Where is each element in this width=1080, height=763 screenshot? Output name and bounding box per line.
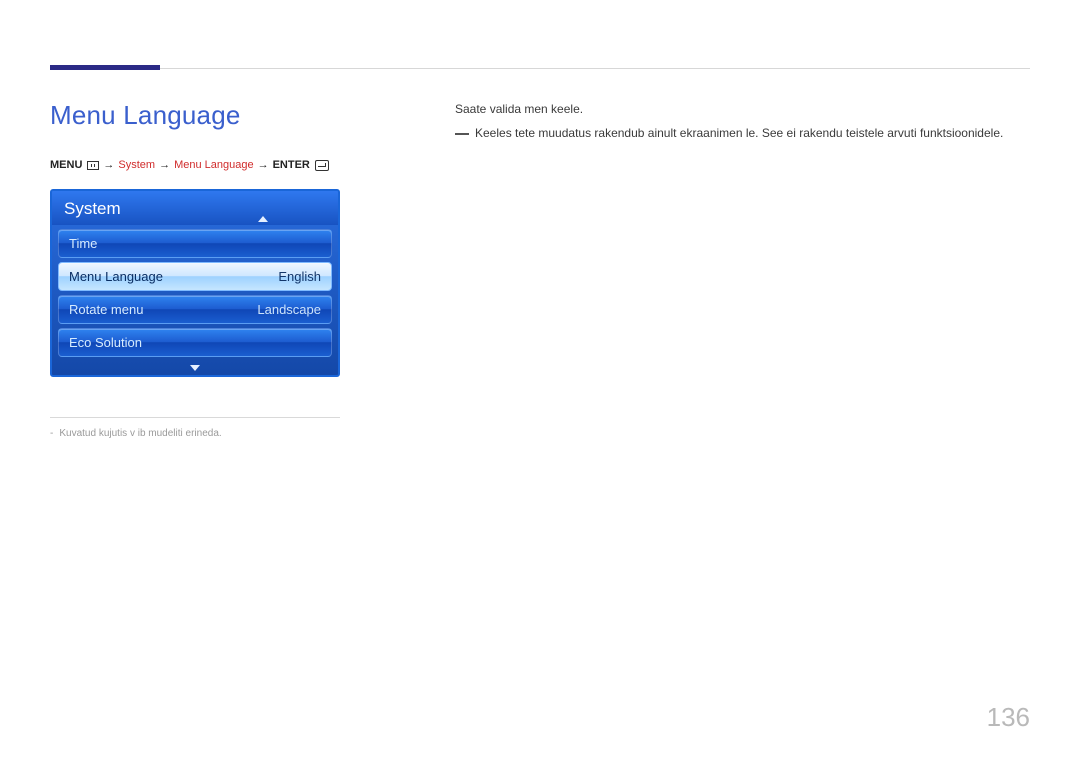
osd-row-label: Rotate menu <box>69 302 143 317</box>
arrow-icon: → <box>159 159 170 171</box>
osd-row-time[interactable]: Time <box>58 229 332 258</box>
section-accent-bar <box>50 65 160 70</box>
osd-header-title: System <box>64 199 121 218</box>
osd-header: System <box>52 191 338 225</box>
arrow-icon: → <box>103 159 114 171</box>
top-horizontal-rule <box>50 68 1030 69</box>
breadcrumb-menu-language: Menu Language <box>174 159 254 171</box>
footnote-dash: - <box>50 428 53 439</box>
description-note-text: Keeles tete muudatus rakendub ainult ekr… <box>475 126 1003 140</box>
osd-row-eco-solution[interactable]: Eco Solution <box>58 328 332 357</box>
enter-icon <box>315 160 329 171</box>
osd-body: Time Menu Language English Rotate menu L… <box>52 225 338 367</box>
scroll-down-icon[interactable] <box>190 365 200 371</box>
breadcrumb-system: System <box>118 159 155 171</box>
osd-row-value: Landscape <box>257 302 321 317</box>
page-number: 136 <box>987 702 1030 733</box>
description-note: Keeles tete muudatus rakendub ainult ekr… <box>455 126 1030 140</box>
footnote-rule <box>50 417 340 418</box>
footnote-text: Kuvatud kujutis v ib mudeliti erineda. <box>59 428 221 439</box>
page-title: Menu Language <box>50 100 435 131</box>
osd-row-label: Time <box>69 236 97 251</box>
arrow-icon: → <box>258 159 269 171</box>
osd-row-value: English <box>278 269 321 284</box>
osd-footer <box>52 367 338 375</box>
scroll-up-icon[interactable] <box>258 216 268 222</box>
breadcrumb: MENU → System → Menu Language → ENTER <box>50 159 435 171</box>
osd-row-label: Menu Language <box>69 269 163 284</box>
breadcrumb-enter-label: ENTER <box>273 159 310 171</box>
osd-row-menu-language[interactable]: Menu Language English <box>58 262 332 291</box>
long-dash-icon <box>455 133 469 135</box>
footnote: - Kuvatud kujutis v ib mudeliti erineda. <box>50 428 435 439</box>
osd-row-rotate-menu[interactable]: Rotate menu Landscape <box>58 295 332 324</box>
osd-panel: System Time Menu Language English Rotate… <box>50 189 340 377</box>
osd-row-label: Eco Solution <box>69 335 142 350</box>
description-line: Saate valida men keele. <box>455 102 1030 116</box>
menu-icon <box>87 161 99 170</box>
breadcrumb-menu-label: MENU <box>50 159 82 171</box>
